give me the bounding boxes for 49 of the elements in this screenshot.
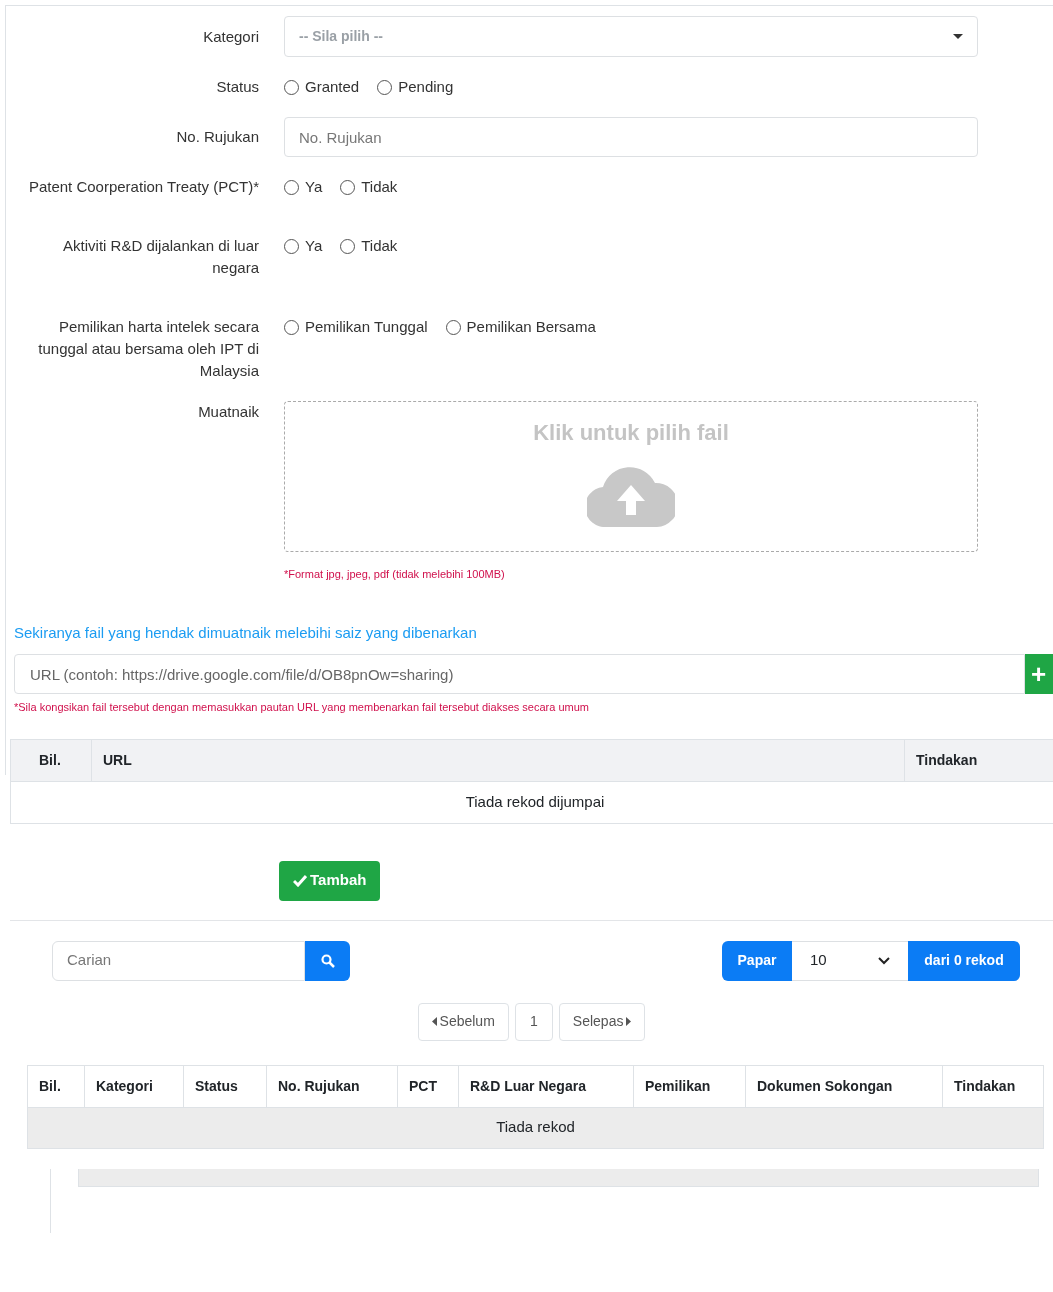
upload-prompt: Klik untuk pilih fail (533, 419, 729, 447)
check-icon (293, 874, 307, 887)
previous-button[interactable]: Sebelum (417, 1002, 509, 1041)
radio-option[interactable]: Granted (284, 75, 360, 99)
column-header: Tindakan (954, 1076, 1016, 1096)
radio-option[interactable]: Ya (284, 234, 323, 258)
radio-option[interactable]: Pemilikan Bersama (445, 315, 596, 339)
search-icon (320, 953, 335, 968)
radio-option[interactable]: Ya (284, 175, 323, 199)
column-header: URL (103, 750, 132, 770)
radio-option[interactable]: Tidak (340, 175, 398, 199)
column-header: Status (195, 1076, 238, 1096)
url-field[interactable]: URL (contoh: https://drive.google.com/file/d/OB8pnOw=sharing) (14, 654, 1025, 694)
text-field[interactable]: No. Rujukan (284, 117, 978, 157)
column-header: Kategori (96, 1076, 153, 1096)
cloud-upload-icon (587, 465, 675, 527)
field-label: No. Rujukan (175, 127, 259, 147)
caret-right-icon (626, 1017, 632, 1026)
field-label: Aktiviti R&D dijalankan di luar negara (62, 236, 259, 278)
field-label: Pemilikan harta intelek secara tunggal atau bersama oleh IPT di Malaysia (37, 317, 259, 381)
column-header: Bil. (39, 1076, 61, 1096)
column-header: R&D Luar Negara (470, 1076, 586, 1096)
next-button[interactable]: Selepas (558, 1002, 646, 1041)
empty-message: Tiada rekod (496, 1117, 575, 1138)
column-header: Pemilikan (645, 1076, 711, 1096)
column-header: PCT (409, 1076, 437, 1096)
radio-option[interactable]: Pending (377, 75, 454, 99)
radio-option[interactable]: Pemilikan Tunggal (284, 315, 428, 339)
column-header: Bil. (39, 750, 61, 770)
show-label: Papar (737, 951, 777, 970)
caret-left-icon (431, 1017, 437, 1026)
field-label: Muatnaik (197, 402, 259, 422)
chevron-down-icon (878, 956, 890, 965)
page-button[interactable]: 1 (514, 1002, 553, 1041)
column-header: Dokumen Sokongan (757, 1076, 893, 1096)
column-header: No. Rujukan (278, 1076, 360, 1096)
url-note: *Sila kongsikan fail tersebut dengan memasukkan pautan URL yang membenarkan fail tersebut diakses secara umum (14, 700, 590, 715)
empty-message: Tiada rekod dijumpai (465, 791, 605, 812)
field-label: Status (215, 77, 259, 97)
info-heading: Sekiranya fail yang hendak dimuatnaik melebihi saiz yang dibenarkan (14, 622, 478, 643)
field-label: Kategori (202, 27, 259, 47)
search-button[interactable] (305, 940, 350, 981)
record-count: dari 0 rekod (924, 951, 1004, 970)
column-header: Tindakan (916, 750, 978, 770)
format-note: *Format jpg, jpeg, pdf (tidak melebihi 100MB) (284, 567, 506, 582)
caret-icon (953, 34, 963, 39)
search-field[interactable]: Carian (52, 940, 305, 981)
radio-option[interactable]: Tidak (340, 234, 398, 258)
field-label: Patent Coorperation Treaty (PCT)* (27, 177, 259, 197)
